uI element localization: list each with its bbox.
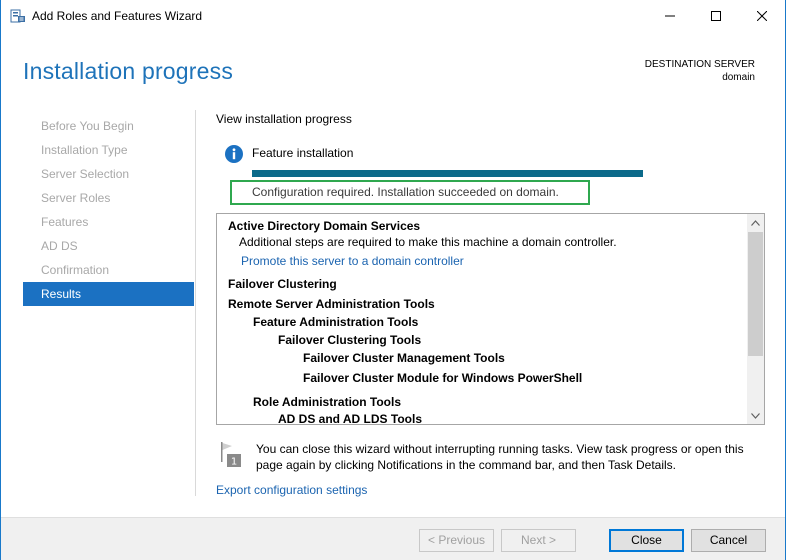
- section-heading: View installation progress: [216, 112, 352, 126]
- chevron-up-icon: [751, 219, 760, 226]
- feature-installation-label: Feature installation: [252, 146, 354, 160]
- destination-server-info: DESTINATION SERVER domain: [645, 58, 755, 84]
- scrollbar-thumb[interactable]: [748, 232, 763, 356]
- wizard-footer: < Previous Next > Close Cancel: [1, 517, 785, 560]
- minimize-icon: [665, 15, 675, 17]
- list-item: Feature Administration Tools: [253, 315, 419, 329]
- nav-item-results[interactable]: Results: [23, 282, 194, 306]
- results-scrollbar[interactable]: [747, 214, 764, 424]
- nav-item-confirmation[interactable]: Confirmation: [23, 258, 194, 282]
- list-item: Remote Server Administration Tools: [228, 297, 435, 311]
- list-item: Active Directory Domain Services: [228, 219, 421, 233]
- promote-domain-controller-link[interactable]: Promote this server to a domain controll…: [241, 254, 464, 268]
- notice-text: You can close this wizard without interr…: [256, 442, 744, 472]
- cancel-button[interactable]: Cancel: [691, 529, 766, 552]
- previous-button[interactable]: < Previous: [419, 529, 494, 552]
- info-icon: [225, 145, 243, 163]
- export-configuration-link[interactable]: Export configuration settings: [216, 483, 367, 497]
- list-item: Failover Cluster Management Tools: [303, 351, 505, 365]
- window-title: Add Roles and Features Wizard: [32, 9, 203, 23]
- progress-bar-fill: [252, 170, 643, 177]
- minimize-button[interactable]: [647, 0, 693, 32]
- nav-item-before-you-begin[interactable]: Before You Begin: [23, 114, 194, 138]
- notification-flag-icon: 1: [219, 442, 243, 468]
- destination-server-name: domain: [722, 72, 755, 83]
- server-manager-icon: [10, 8, 26, 24]
- next-button[interactable]: Next >: [501, 529, 576, 552]
- scroll-down-button[interactable]: [747, 407, 764, 424]
- results-list[interactable]: Active Directory Domain Services Additio…: [216, 213, 765, 425]
- installation-status-text: Configuration required. Installation suc…: [252, 185, 559, 199]
- nav-item-features[interactable]: Features: [23, 210, 194, 234]
- maximize-icon: [711, 11, 721, 21]
- list-item: Role Administration Tools: [253, 395, 402, 409]
- close-icon: [757, 11, 767, 21]
- nav-item-server-selection[interactable]: Server Selection: [23, 162, 194, 186]
- installation-progress-bar: [252, 170, 643, 177]
- notification-count: 1: [231, 457, 237, 468]
- nav-item-server-roles[interactable]: Server Roles: [23, 186, 194, 210]
- wizard-window: Add Roles and Features Wizard Installati…: [0, 0, 786, 560]
- page-title: Installation progress: [23, 58, 234, 84]
- list-item: Failover Clustering: [228, 277, 337, 291]
- close-button[interactable]: Close: [609, 529, 684, 552]
- window-close-button[interactable]: [739, 0, 785, 32]
- nav-divider: [195, 110, 196, 496]
- chevron-down-icon: [751, 412, 760, 419]
- nav-item-installation-type[interactable]: Installation Type: [23, 138, 194, 162]
- list-item: Failover Cluster Module for Windows Powe…: [303, 371, 583, 385]
- title-bar[interactable]: Add Roles and Features Wizard: [1, 0, 785, 32]
- nav-item-ad-ds[interactable]: AD DS: [23, 234, 194, 258]
- list-item: AD DS and AD LDS Tools: [278, 412, 422, 425]
- maximize-button[interactable]: [693, 0, 739, 32]
- list-item: Additional steps are required to make th…: [239, 235, 617, 249]
- list-item: Failover Clustering Tools: [278, 333, 422, 347]
- scroll-up-button[interactable]: [747, 214, 764, 231]
- wizard-steps-nav: Before You Begin Installation Type Serve…: [23, 114, 194, 306]
- destination-server-label: DESTINATION SERVER: [644, 59, 755, 70]
